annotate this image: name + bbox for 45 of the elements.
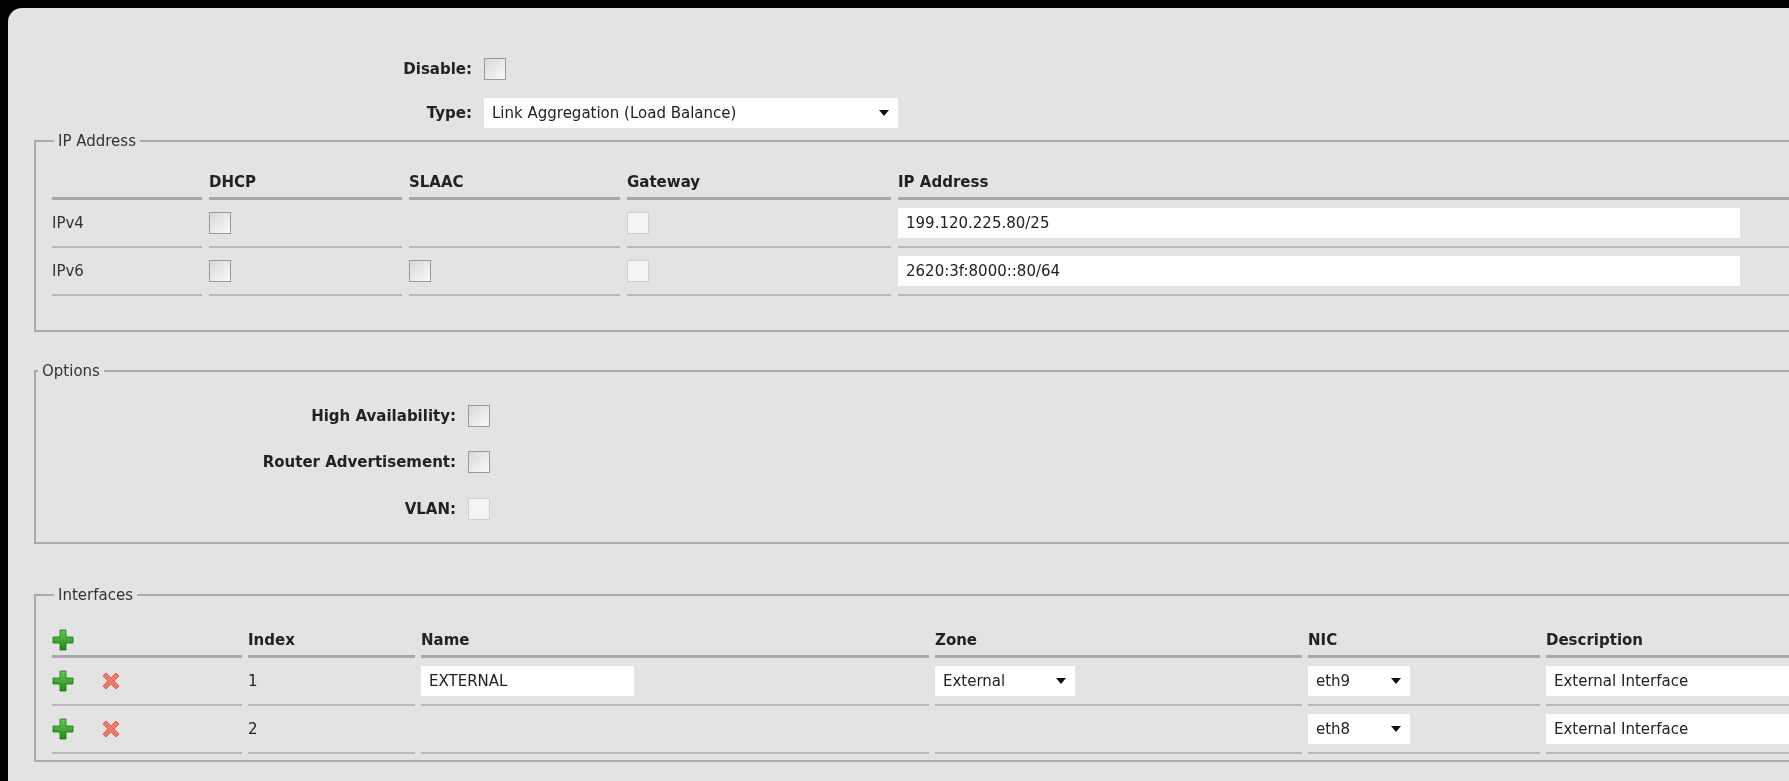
dropdown[interactable]: eth8 [1308, 714, 1410, 744]
dropdown[interactable]: Link Aggregation (Load Balance) [484, 98, 898, 128]
column-header: Name [421, 628, 929, 658]
column-header: Description [1546, 628, 1789, 658]
caret-icon [1055, 677, 1067, 685]
caret-icon [878, 109, 890, 117]
caret-icon [1390, 677, 1402, 685]
option-label: Router Advertisement: [261, 452, 456, 473]
column-header: Gateway [627, 170, 891, 200]
caret-icon [1390, 725, 1402, 733]
delete-icon[interactable] [100, 718, 122, 740]
checkbox[interactable] [468, 404, 490, 427]
dropdown[interactable]: eth9 [1308, 666, 1410, 696]
checkbox[interactable] [209, 260, 231, 282]
row-label: IPv4 [52, 212, 84, 234]
option-label: VLAN: [403, 498, 456, 520]
row-label: IPv6 [52, 260, 84, 282]
address-field[interactable]: 2620:3f:8000::80/64 [898, 256, 1740, 286]
column-header: DHCP [209, 170, 402, 200]
address-field[interactable]: 199.120.225.80/25 [898, 208, 1740, 238]
column-header: SLAAC [409, 170, 620, 200]
column-header: Zone [935, 628, 1302, 658]
field-label: Type: [425, 102, 472, 124]
option-label: High Availability: [310, 405, 456, 427]
name-field[interactable]: EXTERNAL [421, 666, 634, 696]
column-header: NIC [1308, 628, 1540, 658]
column-header: Index [248, 628, 415, 658]
dropdown[interactable]: External [935, 666, 1075, 696]
field-label: Disable: [402, 58, 472, 80]
section-legend: IP Address [54, 130, 140, 153]
description-field[interactable]: External Interface [1546, 714, 1789, 744]
index-cell-text: 1 [248, 670, 258, 692]
checkbox[interactable] [209, 212, 231, 234]
checkbox[interactable] [468, 451, 490, 474]
add-icon[interactable] [52, 629, 74, 651]
add-icon[interactable] [52, 718, 74, 740]
delete-icon[interactable] [100, 670, 122, 692]
checkbox[interactable] [484, 58, 506, 80]
section-legend: Interfaces [54, 584, 137, 607]
column-header: IP Address [898, 170, 1789, 200]
add-icon[interactable] [52, 670, 74, 692]
section-legend: Options [38, 360, 104, 383]
checkbox[interactable] [409, 260, 431, 282]
description-field[interactable]: External Interface [1546, 666, 1789, 696]
index-cell-text: 2 [248, 718, 258, 740]
